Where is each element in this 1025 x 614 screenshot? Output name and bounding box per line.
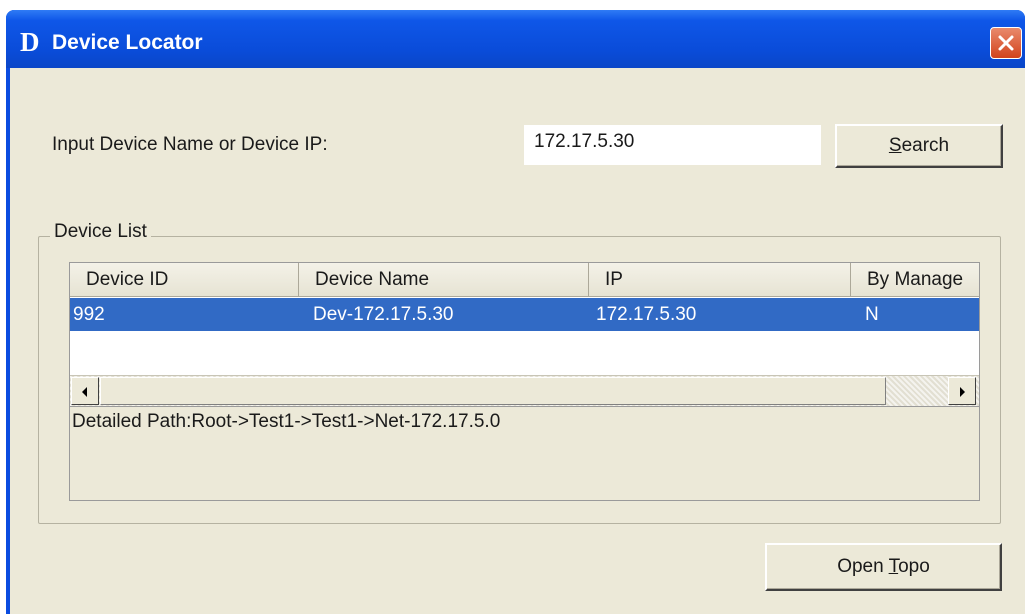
scrollbar-thumb[interactable] bbox=[100, 377, 886, 405]
table-header: Device ID Device Name IP By Manage bbox=[70, 263, 979, 297]
column-header-device-id[interactable]: Device ID bbox=[70, 263, 299, 297]
device-list-group-title: Device List bbox=[50, 220, 151, 244]
arrow-left-icon bbox=[82, 387, 87, 397]
search-label: Input Device Name or Device IP: bbox=[52, 134, 328, 155]
open-topo-button[interactable]: Open Topo bbox=[765, 543, 1002, 591]
cell-device-id: 992 bbox=[73, 304, 105, 325]
close-button[interactable] bbox=[990, 27, 1022, 59]
device-table[interactable]: Device ID Device Name IP By Manage 992 D… bbox=[69, 262, 980, 407]
column-header-device-name[interactable]: Device Name bbox=[299, 263, 589, 297]
table-row[interactable]: 992 Dev-172.17.5.30 172.17.5.30 N bbox=[70, 298, 979, 331]
device-search-input[interactable] bbox=[524, 125, 821, 165]
scroll-right-button[interactable] bbox=[948, 377, 976, 405]
column-header-ip[interactable]: IP bbox=[589, 263, 851, 297]
horizontal-scrollbar[interactable] bbox=[70, 375, 979, 406]
column-header-by-manage[interactable]: By Manage bbox=[851, 263, 979, 297]
cell-device-name: Dev-172.17.5.30 bbox=[313, 304, 454, 325]
window-title: Device Locator bbox=[52, 31, 203, 54]
device-locator-window: D Device Locator Input Device Name or De… bbox=[6, 10, 1025, 614]
search-button-label: Search bbox=[888, 135, 950, 156]
arrow-right-icon bbox=[960, 387, 965, 397]
title-bar[interactable]: D Device Locator bbox=[6, 10, 1025, 68]
detailed-path-text: Detailed Path:Root->Test1->Test1->Net-17… bbox=[72, 411, 501, 432]
app-logo-icon: D bbox=[20, 27, 40, 57]
detailed-path-panel: Detailed Path:Root->Test1->Test1->Net-17… bbox=[69, 407, 980, 501]
close-icon bbox=[998, 35, 1014, 51]
search-button[interactable]: Search bbox=[835, 124, 1003, 168]
cell-ip: 172.17.5.30 bbox=[596, 304, 697, 325]
scroll-left-button[interactable] bbox=[71, 377, 99, 405]
open-topo-button-label: Open Topo bbox=[837, 556, 930, 577]
dialog-body: Input Device Name or Device IP: Search D… bbox=[10, 68, 1025, 614]
cell-by-manage: N bbox=[865, 304, 879, 325]
